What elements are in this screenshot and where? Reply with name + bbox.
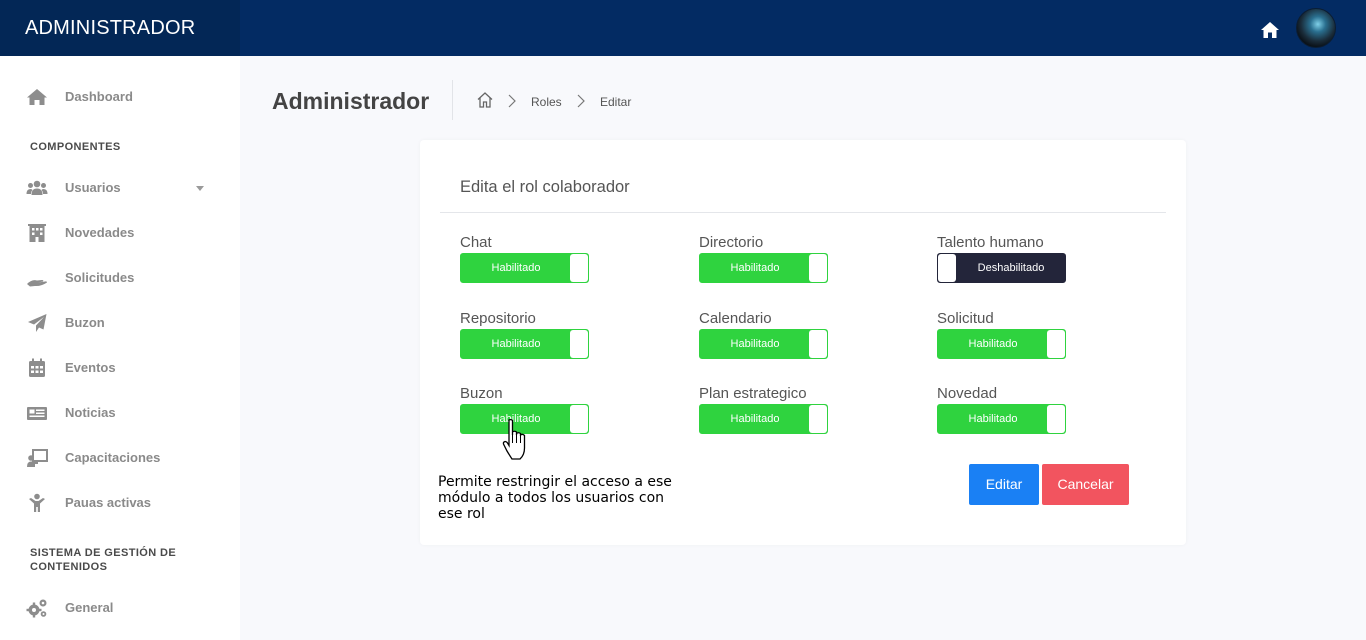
sidebar-item-label: Pauas activas: [65, 495, 152, 510]
calendar-icon: [29, 358, 45, 377]
sidebar-item-label: Dashboard: [65, 89, 133, 104]
permission-toggle[interactable]: Habilitado: [699, 253, 828, 283]
user-avatar[interactable]: [1296, 8, 1336, 48]
teacher-icon: [27, 449, 48, 467]
section-heading-components: COMPONENTES: [30, 141, 121, 153]
chevron-right-icon: [577, 94, 585, 108]
toggle-knob: [570, 330, 588, 358]
users-icon: [26, 180, 48, 195]
toggle-knob: [570, 405, 588, 433]
permission-buzon: Buzon Habilitado: [460, 385, 660, 445]
toggle-knob: [809, 405, 827, 433]
building-icon: [28, 224, 46, 242]
sidebar-item-label: Usuarios: [65, 180, 121, 195]
permission-toggle[interactable]: Habilitado: [460, 329, 589, 359]
divider: [452, 80, 453, 120]
sidebar-item-general[interactable]: General: [0, 596, 240, 620]
permission-chat: Chat Habilitado: [460, 234, 660, 294]
toggle-knob: [938, 254, 956, 282]
sidebar-item-novedades[interactable]: Novedades: [0, 221, 240, 245]
breadcrumb-roles[interactable]: Roles: [531, 95, 562, 109]
toggle-knob: [570, 254, 588, 282]
hand-icon: [27, 280, 47, 287]
permission-toggle[interactable]: Habilitado: [937, 404, 1066, 434]
permission-directorio: Directorio Habilitado: [699, 234, 899, 294]
permission-talento-humano: Talento humano Deshabilitado: [937, 234, 1137, 294]
section-heading-cms: SISTEMA DE GESTIÓN DE CONTENIDOS: [30, 547, 177, 573]
permission-label: Chat: [460, 234, 492, 251]
chevron-right-icon: [508, 94, 516, 108]
toggle-knob: [809, 330, 827, 358]
sidebar-item-noticias[interactable]: Noticias: [0, 401, 240, 425]
permission-toggle[interactable]: Habilitado: [699, 404, 828, 434]
permission-label: Novedad: [937, 385, 998, 402]
toggle-state-label: Deshabilitado: [977, 262, 1045, 274]
permission-label: Directorio: [699, 234, 764, 251]
sidebar-item-capacitaciones[interactable]: Capacitaciones: [0, 446, 240, 470]
permission-novedad: Novedad Habilitado: [937, 385, 1137, 445]
permission-label: Buzon: [460, 385, 503, 402]
permission-repositorio: Repositorio Habilitado: [460, 310, 660, 370]
toggle-state-label: Habilitado: [491, 338, 541, 350]
permission-plan-estrategico: Plan estrategico Habilitado: [699, 385, 899, 445]
page-title: Administrador: [272, 88, 430, 114]
permission-toggle[interactable]: Habilitado: [699, 329, 828, 359]
sidebar-item-pausas-activas[interactable]: Pauas activas: [0, 491, 240, 515]
chevron-down-icon[interactable]: [196, 186, 204, 191]
permission-label: Talento humano: [937, 234, 1044, 251]
cancel-button[interactable]: Cancelar: [1042, 464, 1129, 505]
toggle-state-label: Habilitado: [730, 262, 780, 274]
toggle-knob: [809, 254, 827, 282]
sidebar-item-label: General: [65, 600, 114, 615]
home-icon: [27, 89, 47, 105]
sidebar-item-buzon[interactable]: Buzon: [0, 311, 240, 335]
gears-icon: [26, 599, 47, 618]
sidebar-item-label: Noticias: [65, 405, 116, 420]
permission-solicitud: Solicitud Habilitado: [937, 310, 1137, 370]
toggle-state-label: Habilitado: [730, 338, 780, 350]
sidebar-item-eventos[interactable]: Eventos: [0, 356, 240, 380]
toggle-state-label: Habilitado: [968, 338, 1018, 350]
hand-pointer-cursor-icon: [502, 418, 526, 460]
sidebar-item-label: Solicitudes: [65, 270, 135, 285]
sidebar-item-dashboard[interactable]: Dashboard: [0, 85, 240, 109]
sidebar-item-usuarios[interactable]: Usuarios: [0, 176, 240, 200]
toggle-knob: [1047, 330, 1065, 358]
card-title: Edita el rol colaborador: [460, 178, 630, 196]
paper-plane-icon: [28, 314, 47, 332]
permission-calendario: Calendario Habilitado: [699, 310, 899, 370]
permission-toggle[interactable]: Habilitado: [937, 329, 1066, 359]
help-tooltip: Permite restringir el acceso a ese módul…: [438, 474, 672, 522]
toggle-knob: [1047, 405, 1065, 433]
permission-label: Plan estrategico: [699, 385, 807, 402]
toggle-state-label: Habilitado: [491, 262, 541, 274]
breadcrumb-editar: Editar: [600, 95, 632, 109]
permission-label: Solicitud: [937, 310, 994, 327]
sidebar-item-label: Novedades: [65, 225, 135, 240]
permission-toggle[interactable]: Deshabilitado: [937, 253, 1066, 283]
home-icon[interactable]: [1260, 21, 1280, 39]
sidebar-item-solicitudes[interactable]: Solicitudes: [0, 266, 240, 290]
edit-button[interactable]: Editar: [969, 464, 1039, 505]
permission-toggle[interactable]: Habilitado: [460, 253, 589, 283]
permission-label: Calendario: [699, 310, 772, 327]
breadcrumb-home-icon[interactable]: [476, 91, 494, 109]
sidebar: Dashboard COMPONENTES Usuarios Novedades…: [0, 56, 240, 640]
divider: [440, 212, 1166, 213]
brand-title[interactable]: ADMINISTRADOR: [0, 0, 240, 56]
sidebar-item-label: Eventos: [65, 360, 116, 375]
newspaper-icon: [27, 407, 47, 420]
child-icon: [29, 493, 45, 512]
sidebar-item-label: Buzon: [65, 315, 105, 330]
toggle-state-label: Habilitado: [730, 413, 780, 425]
top-navbar: ADMINISTRADOR: [0, 0, 1366, 56]
toggle-state-label: Habilitado: [968, 413, 1018, 425]
sidebar-item-label: Capacitaciones: [65, 450, 161, 465]
permission-label: Repositorio: [460, 310, 536, 327]
